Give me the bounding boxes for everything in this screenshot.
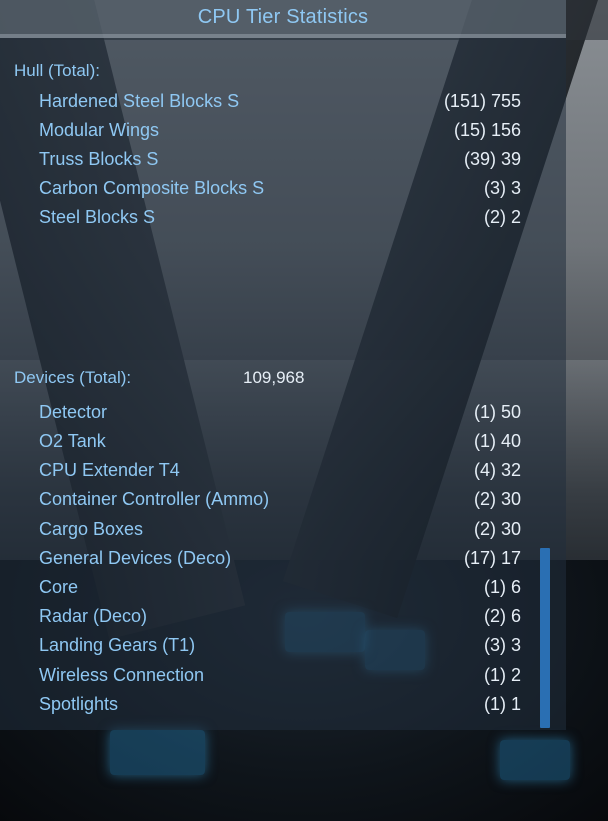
- row-value: (4) 32: [473, 459, 521, 480]
- device-row: Landing Gears (T1) (3) 3: [39, 633, 521, 657]
- dashboard-screen: [500, 740, 570, 780]
- device-row: Radar (Deco) (2) 6: [39, 604, 521, 628]
- row-value: (39) 39: [463, 148, 521, 169]
- scrollbar[interactable]: [540, 548, 550, 728]
- title-divider: [0, 34, 566, 38]
- row-value: (1) 50: [473, 401, 521, 422]
- device-row: Detector (1) 50: [39, 400, 521, 424]
- devices-total: 109,968: [243, 368, 305, 387]
- devices-header: Devices (Total):: [14, 368, 132, 387]
- device-row: Wireless Connection (1) 2: [39, 663, 521, 687]
- title-bar: CPU Tier Statistics: [0, 0, 566, 34]
- row-label: Steel Blocks S: [39, 206, 156, 227]
- row-label: Radar (Deco): [39, 605, 148, 626]
- row-label: Wireless Connection: [39, 664, 205, 685]
- cpu-stats-panel: CPU Tier Statistics Hull (Total): Harden…: [0, 0, 566, 730]
- row-value: (3) 3: [483, 177, 521, 198]
- hull-row: Truss Blocks S (39) 39: [39, 147, 521, 171]
- panel-title: CPU Tier Statistics: [197, 5, 369, 28]
- dashboard-screen: [110, 730, 205, 775]
- row-value: (1) 40: [473, 430, 521, 451]
- device-row: Container Controller (Ammo) (2) 30: [39, 487, 521, 511]
- row-value: (151) 755: [443, 90, 521, 111]
- row-label: Truss Blocks S: [39, 148, 159, 169]
- row-value: (1) 1: [483, 693, 521, 714]
- device-row: O2 Tank (1) 40: [39, 429, 521, 453]
- device-row: Cargo Boxes (2) 30: [39, 517, 521, 541]
- row-label: Cargo Boxes: [39, 518, 144, 539]
- row-value: (2) 6: [483, 605, 521, 626]
- device-row: General Devices (Deco) (17) 17: [39, 546, 521, 570]
- row-label: Core: [39, 576, 79, 597]
- hull-row: Modular Wings (15) 156: [39, 118, 521, 142]
- row-value: (1) 2: [483, 664, 521, 685]
- row-label: Container Controller (Ammo): [39, 488, 270, 509]
- row-value: (2) 30: [473, 518, 521, 539]
- device-row: Core (1) 6: [39, 575, 521, 599]
- row-label: Carbon Composite Blocks S: [39, 177, 265, 198]
- row-label: General Devices (Deco): [39, 547, 232, 568]
- row-value: (17) 17: [463, 547, 521, 568]
- hull-row: Carbon Composite Blocks S (3) 3: [39, 176, 521, 200]
- device-row: Spotlights (1) 1: [39, 692, 521, 716]
- row-label: Modular Wings: [39, 119, 160, 140]
- hull-row: Steel Blocks S (2) 2: [39, 205, 521, 229]
- hull-row: Hardened Steel Blocks S (151) 755: [39, 89, 521, 113]
- row-label: Hardened Steel Blocks S: [39, 90, 240, 111]
- row-label: O2 Tank: [39, 430, 106, 451]
- row-label: Detector: [39, 401, 108, 422]
- device-row: CPU Extender T4 (4) 32: [39, 458, 521, 482]
- row-label: Spotlights: [39, 693, 119, 714]
- row-value: (2) 2: [483, 206, 521, 227]
- row-value: (15) 156: [453, 119, 521, 140]
- row-label: Landing Gears (T1): [39, 634, 196, 655]
- hull-header: Hull (Total):: [14, 61, 100, 80]
- row-value: (3) 3: [483, 634, 521, 655]
- row-label: CPU Extender T4: [39, 459, 180, 480]
- row-value: (1) 6: [483, 576, 521, 597]
- row-value: (2) 30: [473, 488, 521, 509]
